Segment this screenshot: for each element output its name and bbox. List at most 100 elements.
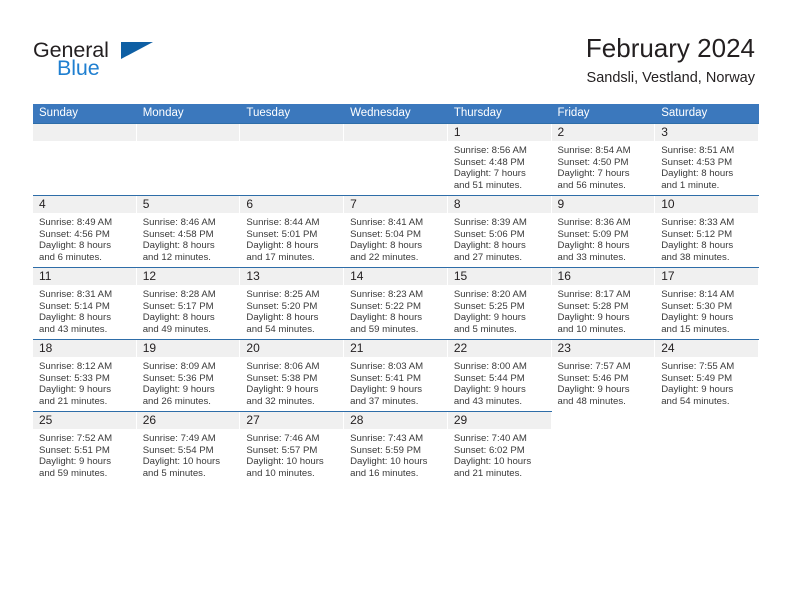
day-cell-11[interactable]: 11 Sunrise: 8:31 AM Sunset: 5:14 PM Dayligh… [33, 268, 137, 339]
day-cell-27[interactable]: 27 Sunrise: 7:46 AM Sunset: 5:57 PM Dayligh… [240, 412, 345, 483]
day-info-line: and 26 minutes. [142, 395, 211, 407]
day-info-line: and 49 minutes. [142, 323, 211, 335]
day-info-line: and 51 minutes. [453, 179, 523, 191]
day-cell-29[interactable]: 29 Sunrise: 7:40 AM Sunset: 6:02 PM Dayligh… [447, 412, 552, 483]
day-cell-24[interactable]: 24 Sunrise: 7:55 AM Sunset: 5:49 PM Dayligh… [655, 340, 759, 411]
day-number-band [655, 412, 759, 429]
day-info-line: Sunrise: 7:55 AM [661, 361, 735, 372]
day-cell-17[interactable]: 17 Sunrise: 8:14 AM Sunset: 5:30 PM Dayligh… [655, 268, 759, 339]
day-info-line: Daylight: 7 hours [453, 168, 526, 180]
day-cell-28[interactable]: 28 Sunrise: 7:43 AM Sunset: 5:59 PM Dayligh… [344, 412, 448, 483]
day-cell-12[interactable]: 12 Sunrise: 8:28 AM Sunset: 5:17 PM Dayligh… [136, 268, 241, 339]
day-info-line: Sunset: 5:04 PM [350, 228, 422, 240]
day-of-week-header-monday: Monday [142, 107, 184, 119]
day-info-line: and 1 minute. [661, 179, 720, 191]
day-cell-1[interactable]: 1 Sunrise: 8:56 AM Sunset: 4:48 PM Daylight… [447, 124, 552, 195]
day-cell-16[interactable]: 16 Sunrise: 8:17 AM Sunset: 5:28 PM Dayligh… [551, 268, 656, 339]
day-info-line: Sunset: 5:57 PM [246, 444, 318, 456]
day-number: 9 [557, 197, 565, 211]
day-info-line: Sunrise: 7:52 AM [39, 433, 113, 444]
day-info-line: Sunrise: 8:56 AM [453, 145, 527, 156]
day-cell-empty [655, 412, 759, 483]
day-number: 18 [39, 341, 53, 355]
day-info-line: and 10 minutes. [246, 467, 315, 479]
day-number-band: 23 [551, 340, 656, 357]
day-number-band [552, 412, 656, 429]
day-sun-info: Sunrise: 8:36 AM Sunset: 5:09 PM Daylight:… [552, 213, 656, 263]
day-info-line: and 27 minutes. [453, 251, 523, 263]
day-number: 8 [453, 197, 461, 211]
day-info-line: Sunset: 5:14 PM [39, 300, 110, 312]
day-info-line: and 5 minutes. [142, 467, 206, 479]
day-sun-info: Sunrise: 8:44 AM Sunset: 5:01 PM Daylight:… [240, 213, 344, 263]
day-cell-25[interactable]: 25 Sunrise: 7:52 AM Sunset: 5:51 PM Dayligh… [33, 412, 137, 483]
day-cell-5[interactable]: 5 Sunrise: 8:46 AM Sunset: 4:58 PM Daylight… [136, 196, 241, 267]
day-info-line: and 59 minutes. [39, 467, 108, 479]
day-info-line: Daylight: 9 hours [557, 312, 630, 324]
day-number-band: 24 [655, 340, 759, 357]
day-of-week-header-tuesday: Tuesday [246, 107, 291, 119]
day-number-band: 17 [655, 268, 759, 285]
day-cell-7[interactable]: 7 Sunrise: 8:41 AM Sunset: 5:04 PM Daylight… [344, 196, 448, 267]
day-sun-info: Sunrise: 8:49 AM Sunset: 4:56 PM Daylight:… [33, 213, 137, 263]
day-cell-13[interactable]: 13 Sunrise: 8:25 AM Sunset: 5:20 PM Dayligh… [240, 268, 345, 339]
day-number: 4 [39, 197, 46, 211]
day-of-week-header-row: Sunday Monday Tuesday Wednesday Thursday Frid… [33, 104, 759, 123]
day-number: 26 [142, 413, 157, 427]
day-info-line: Sunset: 4:50 PM [557, 156, 629, 168]
day-info-line: Sunrise: 8:20 AM [453, 289, 527, 300]
day-cell-23[interactable]: 23 Sunrise: 7:57 AM Sunset: 5:46 PM Dayligh… [551, 340, 656, 411]
day-cell-9[interactable]: 9 Sunrise: 8:36 AM Sunset: 5:09 PM Daylight… [551, 196, 656, 267]
day-number-band: 15 [447, 268, 552, 285]
day-cell-26[interactable]: 26 Sunrise: 7:49 AM Sunset: 5:54 PM Dayligh… [136, 412, 241, 483]
day-sun-info: Sunrise: 8:33 AM Sunset: 5:12 PM Daylight:… [655, 213, 759, 263]
triangle-icon [121, 42, 153, 59]
day-info-line: and 15 minutes. [661, 323, 730, 335]
day-number: 1 [453, 125, 461, 139]
day-number-band: 2 [551, 124, 656, 141]
day-cell-18[interactable]: 18 Sunrise: 8:12 AM Sunset: 5:33 PM Dayligh… [33, 340, 137, 411]
day-info-line: and 33 minutes. [557, 251, 626, 263]
day-info-line: Sunset: 5:28 PM [557, 300, 629, 312]
day-number-band: 12 [136, 268, 241, 285]
day-sun-info: Sunrise: 7:55 AM Sunset: 5:49 PM Daylight:… [655, 357, 759, 407]
day-info-line: and 38 minutes. [661, 251, 730, 263]
day-info-line: Sunrise: 7:43 AM [350, 433, 424, 444]
day-cell-2[interactable]: 2 Sunrise: 8:54 AM Sunset: 4:50 PM Daylight… [551, 124, 656, 195]
day-info-line: Sunset: 5:36 PM [142, 372, 214, 384]
day-number-band: 10 [655, 196, 759, 213]
day-number-band: 5 [136, 196, 241, 213]
day-cell-21[interactable]: 21 Sunrise: 8:03 AM Sunset: 5:41 PM Dayligh… [344, 340, 448, 411]
day-cell-14[interactable]: 14 Sunrise: 8:23 AM Sunset: 5:22 PM Dayligh… [344, 268, 448, 339]
day-info-line: Sunrise: 8:46 AM [142, 217, 216, 228]
day-cell-22[interactable]: 22 Sunrise: 8:00 AM Sunset: 5:44 PM Dayligh… [447, 340, 552, 411]
day-sun-info: Sunrise: 8:23 AM Sunset: 5:22 PM Daylight:… [344, 285, 448, 335]
day-info-line: Sunrise: 8:06 AM [246, 361, 320, 372]
page-header: General Blue February 2024 Sandsli, Vest… [0, 0, 792, 100]
calendar-week-row: 18 Sunrise: 8:12 AM Sunset: 5:33 PM Dayligh… [33, 339, 759, 411]
day-cell-19[interactable]: 19 Sunrise: 8:09 AM Sunset: 5:36 PM Dayligh… [136, 340, 241, 411]
day-info-line: Daylight: 10 hours [246, 456, 324, 468]
day-info-line: Daylight: 8 hours [142, 312, 215, 324]
day-number: 3 [661, 125, 668, 139]
day-number: 24 [661, 341, 675, 355]
day-cell-8[interactable]: 8 Sunrise: 8:39 AM Sunset: 5:06 PM Daylight… [447, 196, 552, 267]
day-cell-20[interactable]: 20 Sunrise: 8:06 AM Sunset: 5:38 PM Dayligh… [240, 340, 345, 411]
day-info-line: Sunrise: 8:00 AM [453, 361, 527, 372]
day-sun-info: Sunrise: 8:31 AM Sunset: 5:14 PM Daylight:… [33, 285, 137, 335]
calendar-week-row: 1 Sunrise: 8:56 AM Sunset: 4:48 PM Daylight… [33, 123, 759, 195]
day-info-line: Daylight: 9 hours [557, 384, 630, 396]
day-cell-10[interactable]: 10 Sunrise: 8:33 AM Sunset: 5:12 PM Dayligh… [655, 196, 759, 267]
day-info-line: Sunrise: 8:03 AM [350, 361, 424, 372]
day-cell-15[interactable]: 15 Sunrise: 8:20 AM Sunset: 5:25 PM Dayligh… [447, 268, 552, 339]
day-info-line: and 16 minutes. [350, 467, 419, 479]
brand-logo[interactable]: General Blue [33, 38, 233, 86]
day-cell-3[interactable]: 3 Sunrise: 8:51 AM Sunset: 4:53 PM Daylight… [655, 124, 759, 195]
day-cell-6[interactable]: 6 Sunrise: 8:44 AM Sunset: 5:01 PM Daylight… [240, 196, 345, 267]
day-number-band [33, 124, 137, 141]
day-cell-4[interactable]: 4 Sunrise: 8:49 AM Sunset: 4:56 PM Daylight… [33, 196, 137, 267]
day-info-line: Sunrise: 8:54 AM [557, 145, 631, 156]
day-number-band: 8 [447, 196, 552, 213]
week-cells: 25 Sunrise: 7:52 AM Sunset: 5:51 PM Dayligh… [33, 412, 759, 483]
day-info-line: and 54 minutes. [661, 395, 730, 407]
